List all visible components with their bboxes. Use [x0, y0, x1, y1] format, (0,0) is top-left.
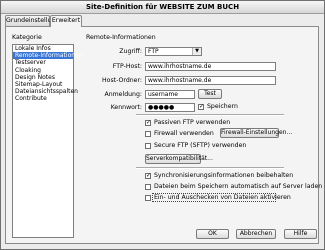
access-select[interactable]: FTP ▼ — [145, 47, 202, 56]
ftp-host-input[interactable]: www.ihrhostname.de — [145, 62, 276, 71]
category-list[interactable]: Lokale Infos Remote-Informationen Testse… — [12, 44, 83, 238]
category-item-dateiansichtsspalten[interactable]: Dateiansichtsspalten — [13, 88, 78, 95]
access-label: Zugriff: — [119, 48, 142, 55]
password-input[interactable]: ●●●●● — [145, 103, 195, 112]
login-input[interactable]: username — [145, 90, 195, 99]
login-label: Anmeldung: — [104, 91, 143, 98]
settings-panel: Kategorie Lokale Infos Remote-Informatio… — [5, 26, 323, 244]
access-select-value: FTP — [148, 48, 159, 55]
firewall-checkbox[interactable] — [145, 131, 151, 137]
remote-heading: Remote-Informationen — [86, 34, 156, 41]
category-item-testserver[interactable]: Testserver — [13, 59, 73, 66]
test-button[interactable]: Test — [198, 89, 222, 99]
sync-label: Synchronisierungsinformationen beibehalt… — [154, 172, 294, 179]
site-definition-dialog: Site-Definition für WEBSITE ZUM BUCH Gru… — [0, 0, 325, 250]
category-heading: Kategorie — [12, 34, 42, 41]
category-item-lokale-infos[interactable]: Lokale Infos — [13, 45, 73, 52]
save-checkbox-label: Speichern — [207, 103, 238, 110]
sync-checkbox[interactable]: ✓ — [145, 173, 151, 179]
checkinout-label: Ein- und Auschecken von Dateien aktivier… — [154, 194, 291, 201]
category-item-remote-informationen[interactable]: Remote-Informationen — [13, 52, 83, 60]
passive-ftp-checkbox[interactable]: ✓ — [145, 120, 151, 126]
category-item-sitemap-layout[interactable]: Sitemap-Layout — [13, 81, 73, 88]
category-item-design-notes[interactable]: Design Notes — [13, 74, 73, 81]
save-checkbox[interactable]: ✓ — [198, 104, 204, 110]
checkinout-checkbox[interactable] — [145, 195, 151, 201]
secure-ftp-label: Secure FTP (SFTP) verwenden — [154, 142, 247, 149]
firewall-settings-button[interactable]: Firewall-Einstellungen... — [220, 128, 292, 138]
chevron-down-icon: ▼ — [192, 48, 201, 55]
autoupload-checkbox[interactable] — [145, 184, 151, 190]
host-folder-label: Host-Ordner: — [102, 77, 142, 84]
secure-ftp-checkbox[interactable] — [145, 143, 151, 149]
passive-ftp-label: Passiven FTP verwenden — [154, 119, 231, 126]
category-item-contribute[interactable]: Contribute — [13, 95, 73, 102]
divider — [136, 114, 284, 116]
ok-button[interactable]: OK — [196, 229, 229, 239]
host-folder-input[interactable]: www.ihrhostname.de — [145, 76, 276, 85]
cancel-button[interactable]: Abbrechen — [236, 229, 276, 239]
autoupload-label: Dateien beim Speichern automatisch auf S… — [154, 183, 323, 190]
ftp-host-label: FTP-Host: — [112, 63, 142, 70]
password-label: Kennwort: — [110, 104, 142, 111]
divider — [136, 167, 284, 169]
help-button[interactable]: Hilfe — [284, 229, 317, 239]
firewall-label: Firewall verwenden — [154, 130, 214, 137]
category-item-cloaking[interactable]: Cloaking — [13, 67, 73, 74]
server-compatibility-button[interactable]: Serverkompatibilität... — [145, 154, 213, 164]
dialog-title: Site-Definition für WEBSITE ZUM BUCH — [1, 1, 324, 14]
tab-grundeinstellungen[interactable]: Grundeinstellungen — [5, 15, 67, 26]
tab-erweitert[interactable]: Erweitert — [50, 15, 82, 27]
